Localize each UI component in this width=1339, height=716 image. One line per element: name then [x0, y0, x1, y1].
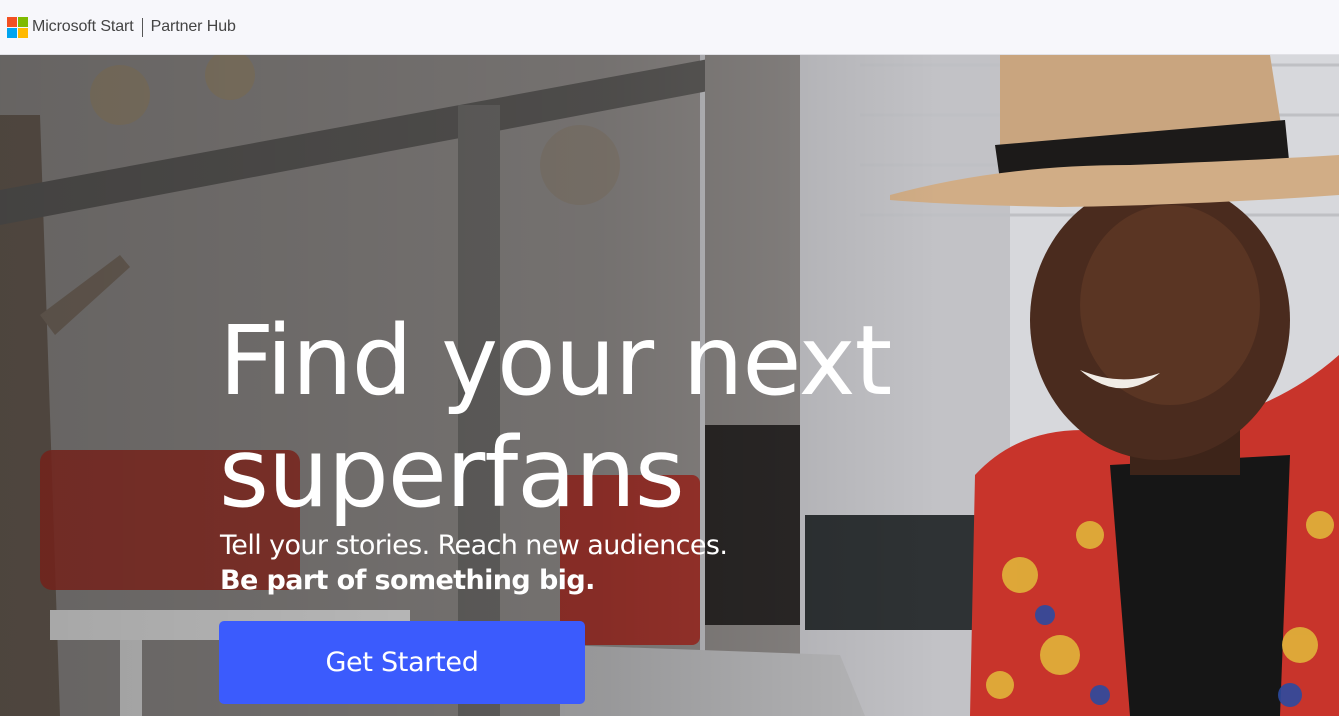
hero-banner: Find your next superfans Tell your stori…: [0, 55, 1339, 716]
hero-tagline: Tell your stories. Reach new audiences.: [220, 530, 728, 561]
microsoft-logo-icon: [7, 16, 28, 38]
brand-name: Microsoft Start: [32, 18, 134, 35]
hero-tagline-bold: Be part of something big.: [220, 565, 595, 596]
home-logo-link[interactable]: Microsoft Start Partner Hub: [7, 15, 236, 39]
section-name: Partner Hub: [150, 18, 236, 35]
get-started-button[interactable]: Get Started: [219, 621, 585, 704]
hero-headline: Find your next superfans: [219, 305, 892, 529]
brand-divider: [141, 17, 143, 37]
top-bar: Microsoft Start Partner Hub: [0, 0, 1339, 55]
